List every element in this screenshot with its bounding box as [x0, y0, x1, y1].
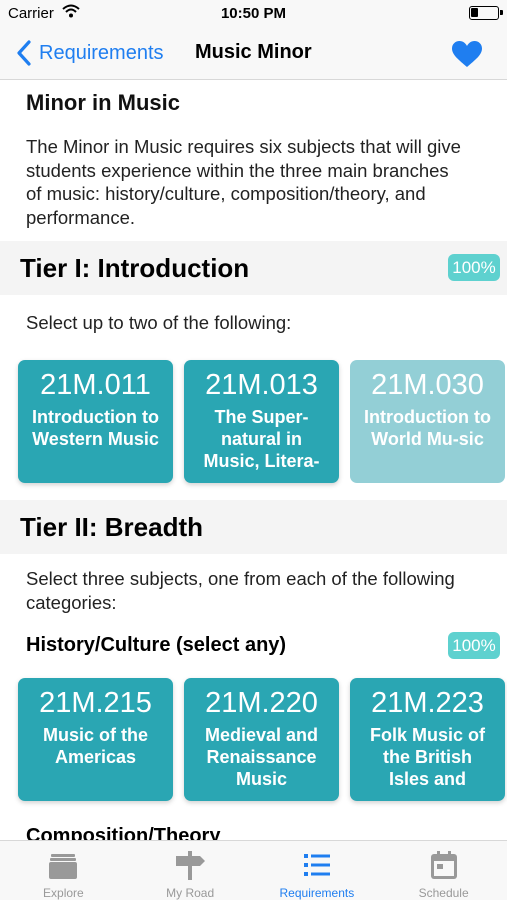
minor-description: The Minor in Music requires six subjects…: [26, 136, 461, 228]
calendar-icon: [430, 851, 457, 879]
tier2-header: Tier II: Breadth: [0, 500, 507, 554]
back-button[interactable]: Requirements: [14, 38, 164, 68]
minor-title: Minor in Music: [26, 90, 180, 115]
tab-label: My Road: [166, 886, 215, 900]
heart-icon[interactable]: [451, 40, 483, 68]
course-card-21m223[interactable]: 21M.223 Folk Music of the British Isles …: [350, 678, 505, 801]
tab-requirements[interactable]: Requirements: [254, 841, 381, 900]
status-bar: Carrier 10:50 PM: [0, 0, 507, 28]
history-culture-title: History/Culture (select any): [26, 634, 287, 656]
tab-label: Explore: [43, 886, 84, 900]
list-icon: [303, 854, 330, 876]
tier1-header: Tier I: Introduction 100%: [0, 241, 507, 295]
tab-schedule[interactable]: Schedule: [380, 841, 507, 900]
course-card-21m013[interactable]: 21M.013 The Super-natural in Music, Lite…: [184, 360, 339, 483]
course-name: Introduction to World Mu-sic: [364, 407, 491, 449]
tier1-progress-badge: 100%: [448, 254, 500, 281]
signpost-icon: [176, 851, 206, 880]
course-name: The Super-natural in Music, Litera-: [203, 407, 320, 471]
folder-icon: [49, 854, 78, 879]
composition-theory-title: Composition/Theory: [26, 825, 221, 840]
tier1-instruction: Select up to two of the following:: [26, 312, 292, 333]
course-card-21m220[interactable]: 21M.220 Medieval and Renaissance Music: [184, 678, 339, 801]
tab-label: Schedule: [418, 886, 469, 900]
course-number: 21M.030: [371, 369, 484, 401]
battery-icon: [469, 6, 503, 20]
status-time: 10:50 PM: [220, 5, 287, 22]
course-card-21m215[interactable]: 21M.215 Music of the Americas: [18, 678, 173, 801]
course-number: 21M.011: [40, 369, 151, 401]
page-title: Music Minor: [195, 41, 312, 63]
tier1-title: Tier I: Introduction: [20, 253, 250, 283]
course-name: Introduction to Western Music: [32, 407, 159, 449]
requirements-content[interactable]: Minor in Music The Minor in Music requir…: [0, 80, 507, 840]
course-name: Medieval and Renaissance Music: [204, 725, 319, 789]
course-number: 21M.223: [371, 687, 484, 719]
course-number: 21M.215: [39, 687, 152, 719]
tier2-title: Tier II: Breadth: [20, 512, 204, 542]
back-button-label: Requirements: [39, 41, 164, 64]
course-card-21m011[interactable]: 21M.011 Introduction to Western Music: [18, 360, 173, 483]
history-progress-badge: 100%: [448, 632, 500, 659]
course-card-21m030[interactable]: 21M.030 Introduction to World Mu-sic: [350, 360, 505, 483]
course-number: 21M.220: [205, 687, 318, 719]
tab-explore[interactable]: Explore: [0, 841, 127, 900]
chevron-left-icon: [17, 40, 31, 66]
course-name: Folk Music of the British Isles and: [369, 725, 485, 789]
tab-my-road[interactable]: My Road: [127, 841, 254, 900]
tab-label: Requirements: [279, 886, 355, 900]
tier2-instruction: Select three subjects, one from each of …: [26, 568, 455, 613]
navigation-bar: Requirements Music Minor: [0, 28, 507, 80]
tab-bar: Explore My Road Requirements Schedule: [0, 840, 507, 900]
course-name: Music of the Americas: [42, 725, 148, 767]
course-number: 21M.013: [205, 369, 318, 401]
